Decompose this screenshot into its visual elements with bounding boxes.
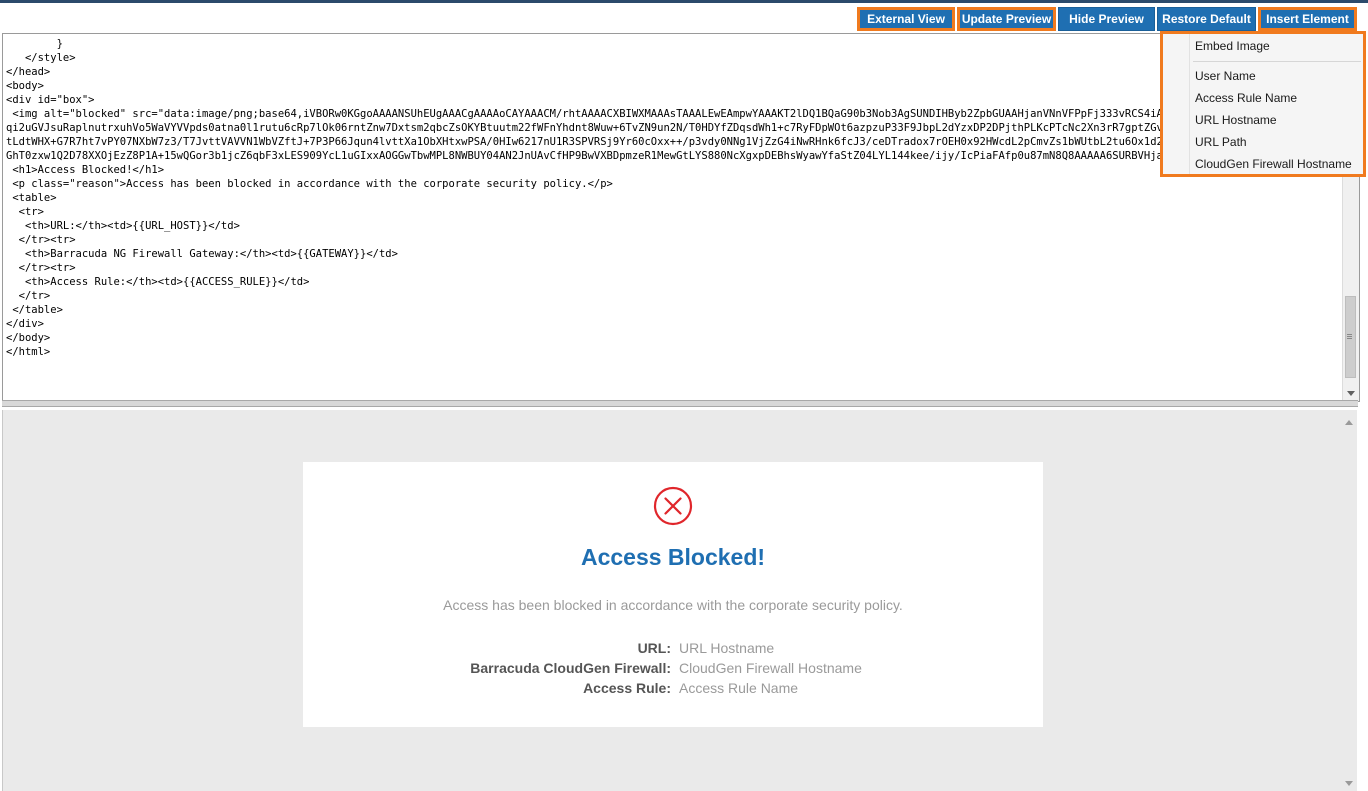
block-reason: Access has been blocked in accordance wi… (443, 597, 903, 613)
scroll-down-arrow-icon[interactable] (1345, 781, 1353, 786)
html-source-editor[interactable]: } </style> </head> <body> <div id="box">… (2, 33, 1360, 402)
menu-item-url-path[interactable]: URL Path (1195, 135, 1247, 149)
blocked-page-card: Access Blocked! Access has been blocked … (303, 462, 1043, 727)
table-row: Barracuda CloudGen Firewall: CloudGen Fi… (303, 660, 1043, 680)
preview-pane: Access Blocked! Access has been blocked … (2, 410, 1357, 791)
menu-item-user-name[interactable]: User Name (1195, 69, 1256, 83)
menu-item-access-rule-name[interactable]: Access Rule Name (1195, 91, 1297, 105)
update-preview-button[interactable]: Update Preview (957, 7, 1056, 31)
table-row: URL: URL Hostname (303, 640, 1043, 660)
insert-element-button[interactable]: Insert Element (1258, 7, 1357, 31)
firewall-label: Barracuda CloudGen Firewall: (470, 660, 671, 676)
window-top-border (0, 0, 1368, 3)
access-rule-value: Access Rule Name (679, 680, 799, 696)
editor-toolbar: External View Update Preview Hide Previe… (0, 7, 1368, 31)
blocked-circle-x-icon (653, 486, 693, 526)
url-label: URL: (637, 640, 671, 656)
scroll-up-arrow-icon[interactable] (1345, 420, 1353, 425)
table-row: Access Rule: Access Rule Name (303, 680, 1043, 700)
menu-item-cloudgen-firewall-hostname[interactable]: CloudGen Firewall Hostname (1195, 157, 1352, 171)
source-code[interactable]: } </style> </head> <body> <div id="box">… (6, 37, 1342, 359)
menu-item-embed-image[interactable]: Embed Image (1195, 39, 1270, 53)
menu-separator (1193, 61, 1361, 62)
url-value: URL Hostname (679, 640, 775, 656)
scroll-down-arrow-icon[interactable] (1347, 391, 1355, 396)
page-title: Access Blocked! (580, 544, 766, 570)
scroll-grip-icon (1347, 334, 1352, 335)
info-table: URL: URL Hostname Barracuda CloudGen Fir… (303, 640, 1043, 700)
external-view-button[interactable]: External View (857, 7, 955, 31)
preview-vertical-scrollbar[interactable] (1341, 410, 1357, 791)
restore-default-button[interactable]: Restore Default (1157, 7, 1256, 31)
menu-icon-gutter (1189, 34, 1190, 174)
firewall-value: CloudGen Firewall Hostname (679, 660, 862, 676)
editor-preview-splitter[interactable] (2, 400, 1358, 407)
hide-preview-button[interactable]: Hide Preview (1058, 7, 1155, 31)
editor-scroll-thumb[interactable] (1345, 296, 1356, 378)
access-rule-label: Access Rule: (583, 680, 671, 696)
insert-element-menu: Embed Image User Name Access Rule Name U… (1160, 31, 1366, 177)
menu-item-url-hostname[interactable]: URL Hostname (1195, 113, 1277, 127)
